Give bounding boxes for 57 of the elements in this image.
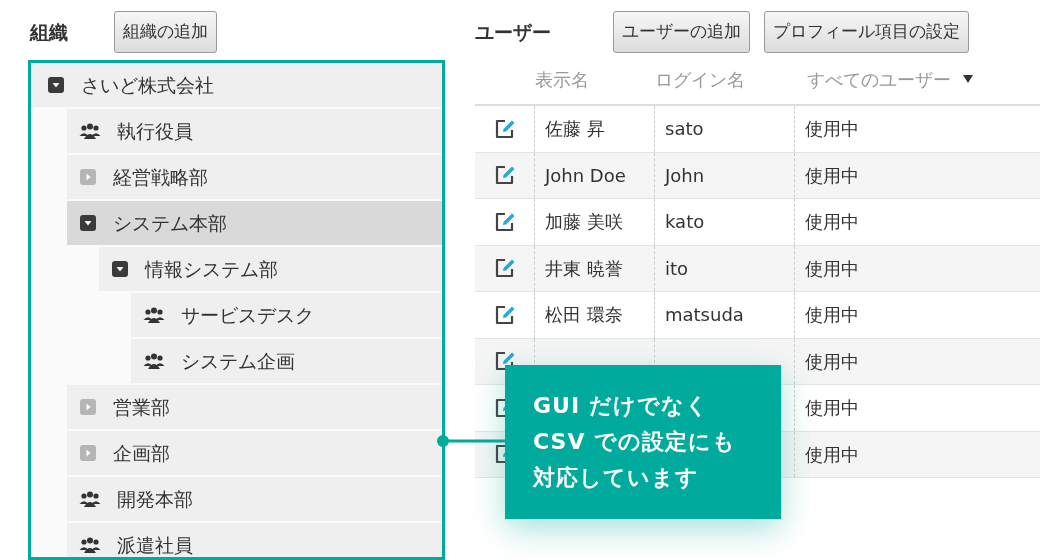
table-cell-text: 使用中 (805, 349, 859, 374)
people-icon (143, 352, 165, 370)
people-icon (79, 536, 101, 554)
tree-label: 経営戦略部 (113, 164, 208, 190)
callout-text: GUI だけでなく (533, 392, 710, 420)
table-cell-text: 使用中 (805, 117, 859, 142)
table-cell-text: 使用中 (805, 396, 859, 421)
table-cell-text: 松田 環奈 (545, 303, 623, 328)
tree-label: 開発本部 (117, 486, 193, 512)
table-cell-text: kato (665, 210, 705, 235)
table-cell-text: 井東 暁誉 (545, 256, 623, 281)
tree-item[interactable]: 派遣社員 (67, 523, 442, 557)
tree-label: さいど株式会社 (81, 72, 214, 98)
tree-label: システム本部 (113, 210, 227, 236)
tree-label: 派遣社員 (117, 532, 193, 557)
table-cell-text: 加藤 美咲 (545, 210, 623, 235)
tree-label: 情報システム部 (145, 256, 278, 282)
section-title: ユーザー (475, 19, 552, 45)
tree-label: 企画部 (113, 440, 170, 466)
tree-item[interactable]: 営業部 (67, 385, 442, 431)
tree-item[interactable]: 執行役員 (67, 109, 442, 155)
tree-label: サービスデスク (181, 302, 314, 328)
table-cell-text: John Doe (545, 163, 626, 188)
section-title: 組織 (30, 19, 68, 45)
callout-text: 対応しています (533, 464, 700, 492)
table-cell-text: 使用中 (805, 442, 859, 467)
people-icon (79, 122, 101, 140)
table-cell-text: ito (665, 256, 689, 281)
tree-item[interactable]: 経営戦略部 (67, 155, 442, 201)
tree-item[interactable]: さいど株式会社 (31, 63, 442, 109)
tree-label: 営業部 (113, 394, 170, 420)
add-organization-button[interactable]: 組織の追加 (114, 11, 217, 53)
table-cell-text: sato (665, 117, 704, 142)
caret-icon (963, 75, 973, 83)
tree-item[interactable]: システム本部 (67, 201, 442, 247)
table-cell-text: 使用中 (805, 163, 859, 188)
tree-item[interactable]: 企画部 (67, 431, 442, 477)
tree-item[interactable]: サービスデスク (131, 293, 442, 339)
collapse-icon[interactable] (111, 260, 129, 278)
table-cell-text: John (665, 163, 705, 188)
tree-item[interactable]: 開発本部 (67, 477, 442, 523)
callout-text: CSV での設定にも (533, 428, 738, 456)
tree-label: システム企画 (181, 348, 295, 374)
table-cell-text: matsuda (665, 303, 744, 328)
table-cell-text: 使用中 (805, 210, 859, 235)
tree-item[interactable]: システム企画 (131, 339, 442, 385)
table-cell-text: 使用中 (805, 303, 859, 328)
people-icon (79, 490, 101, 508)
collapse-icon[interactable] (47, 76, 65, 94)
tree-item[interactable]: 情報システム部 (99, 247, 442, 293)
collapse-icon[interactable] (79, 214, 97, 232)
table-cell-text: 使用中 (805, 256, 859, 281)
table-cell-text: 佐藤 昇 (545, 117, 605, 142)
people-icon (143, 306, 165, 324)
tree-label: 執行役員 (117, 118, 193, 144)
add-user-button[interactable]: ユーザーの追加 (613, 11, 750, 53)
profile-settings-button[interactable]: プロフィール項目の設定 (764, 11, 969, 53)
